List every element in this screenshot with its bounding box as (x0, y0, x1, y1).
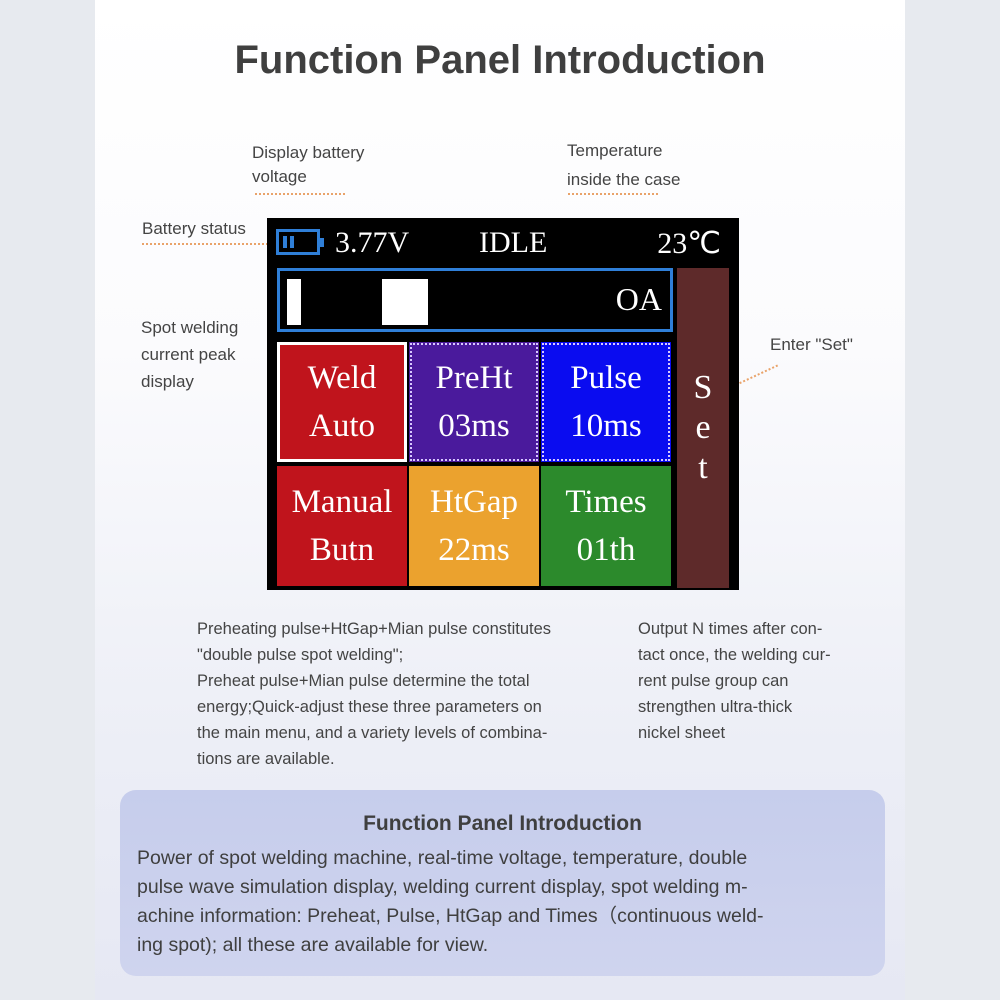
cell-label: HtGap (430, 484, 518, 520)
cell-label: 03ms (438, 408, 510, 444)
set-button[interactable]: S e t (677, 268, 729, 588)
leader-line (568, 193, 658, 195)
callout-line: Spot welding (141, 318, 239, 337)
page-title: Function Panel Introduction (234, 38, 766, 82)
cell-label: Pulse (570, 360, 642, 396)
text-line: pulse wave simulation display, welding c… (137, 876, 748, 898)
callout-line: voltage (252, 167, 307, 186)
current-readout: OA (615, 281, 662, 317)
text-line: Output N times after con- (638, 620, 823, 638)
menu-cell-manual[interactable]: Manual Butn (277, 466, 407, 586)
text-line: achine information: Preheat, Pulse, HtGa… (137, 905, 764, 927)
description-double-pulse: Preheating pulse+HtGap+Mian pulse consti… (197, 616, 551, 772)
device-screen: 3.77V IDLE 23℃ OA S e t Weld Auto PreHt 03m… (267, 218, 739, 590)
pulse-bar (287, 279, 301, 325)
set-letter: e (695, 409, 711, 446)
callout-temperature: Temperature inside the case (567, 136, 680, 194)
menu-cell-pulse[interactable]: Pulse 10ms (541, 342, 671, 462)
callout-line: inside the case (567, 170, 681, 189)
text-line: Preheat pulse+Mian pulse determine the t… (197, 672, 530, 690)
cell-label: Weld (307, 360, 377, 396)
menu-cell-preht[interactable]: PreHt 03ms (409, 342, 539, 462)
menu-cell-htgap[interactable]: HtGap 22ms (409, 466, 539, 586)
cell-label: PreHt (435, 360, 513, 396)
menu-cell-times[interactable]: Times 01th (541, 466, 671, 586)
cell-label: Times (565, 484, 647, 520)
text-line: tact once, the welding cur- (638, 646, 831, 664)
info-box: Function Panel Introduction Power of spo… (120, 790, 885, 976)
description-times: Output N times after con-tact once, the … (638, 616, 831, 746)
cell-label: 22ms (438, 532, 510, 568)
battery-icon (276, 229, 324, 255)
callout-line: Display battery (252, 143, 365, 162)
callout-current-peak: Spot welding current peak display (141, 314, 238, 395)
status-readout: IDLE (479, 226, 548, 259)
leader-line (142, 243, 272, 245)
cell-label: 01th (576, 532, 636, 568)
current-peak-display: OA (277, 268, 673, 332)
text-line: rent pulse group can (638, 672, 789, 690)
callout-battery-voltage: Display battery voltage (252, 141, 364, 189)
cell-label: Butn (309, 532, 375, 568)
callout-battery-status: Battery status (142, 219, 246, 238)
cell-label: Auto (309, 408, 375, 444)
text-line: Preheating pulse+HtGap+Mian pulse consti… (197, 620, 552, 638)
voltage-readout: 3.77V (335, 226, 410, 259)
callout-line: display (141, 372, 194, 391)
pulse-bar (382, 279, 428, 325)
callout-enter-set: Enter "Set" (770, 335, 853, 354)
text-line: "double pulse spot welding"; (197, 646, 404, 664)
callout-line: current peak (141, 345, 236, 364)
text-line: tions are available. (197, 750, 335, 768)
menu-cell-weld[interactable]: Weld Auto (277, 342, 407, 462)
cell-label: 10ms (570, 408, 642, 444)
cell-label: Manual (291, 484, 393, 520)
text-line: Power of spot welding machine, real-time… (137, 847, 748, 869)
text-line: strengthen ultra-thick (638, 698, 793, 716)
text-line: energy;Quick-adjust these three paramete… (197, 698, 542, 716)
text-line: nickel sheet (638, 724, 726, 742)
text-line: the main menu, and a variety levels of c… (197, 724, 548, 742)
temperature-readout: 23℃ (657, 227, 721, 260)
set-letter: t (698, 449, 708, 486)
leader-line (255, 193, 345, 195)
text-line: ing spot); all these are available for v… (137, 934, 489, 956)
callout-line: Temperature (567, 141, 663, 160)
set-letter: S (693, 369, 713, 406)
info-box-heading: Function Panel Introduction (363, 812, 642, 835)
